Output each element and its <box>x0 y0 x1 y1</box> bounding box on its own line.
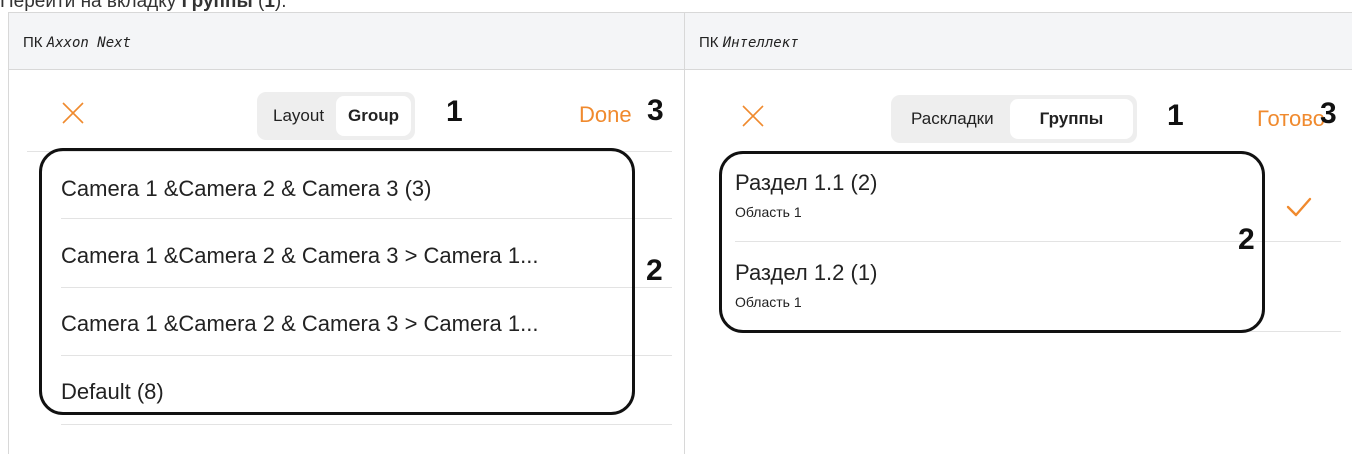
callout-3: 3 <box>647 94 664 127</box>
column-header: ПК Интеллект <box>685 13 1352 70</box>
callout-1: 1 <box>1167 99 1184 132</box>
callout-2: 2 <box>646 254 663 287</box>
close-icon[interactable] <box>741 104 765 128</box>
callout-2: 2 <box>1238 223 1255 256</box>
navbar: Layout Group 1 Done 3 <box>9 71 684 153</box>
checkmark-icon <box>1285 196 1313 218</box>
list-divider <box>61 424 672 425</box>
tab-switcher: Layout Group <box>257 92 416 140</box>
caption-text: Перейти на вкладку <box>0 0 182 12</box>
tab-groups[interactable]: Группы <box>1009 99 1134 139</box>
header-prefix: ПК <box>23 34 47 51</box>
header-product: Интеллект <box>722 35 799 51</box>
app-screenshot: Раскладки Группы 1 Готово 3 Раздел 1.1 (… <box>685 71 1352 454</box>
caption-bold: Группы <box>181 0 253 12</box>
done-button[interactable]: Done <box>579 102 632 128</box>
done-button[interactable]: Готово <box>1257 106 1325 132</box>
caption-suffix-open: ( <box>252 0 265 12</box>
tab-switcher: Раскладки Группы <box>891 95 1138 143</box>
column-axxon-next: ПК Axxon Next Layout Group 1 Done 3 Came… <box>9 13 685 454</box>
caption-suffix-num: 1 <box>264 0 275 12</box>
column-header: ПК Axxon Next <box>9 13 684 70</box>
comparison-table: ПК Axxon Next Layout Group 1 Done 3 Came… <box>8 12 1352 454</box>
caption-suffix-close: ). <box>274 0 287 12</box>
highlight-frame <box>719 151 1265 333</box>
tab-layout[interactable]: Layout <box>261 96 336 136</box>
callout-1: 1 <box>446 95 463 128</box>
callout-3: 3 <box>1320 97 1337 130</box>
close-icon[interactable] <box>61 101 85 125</box>
tab-group[interactable]: Group <box>336 96 412 136</box>
navbar: Раскладки Группы 1 Готово 3 <box>685 71 1352 153</box>
header-prefix: ПК <box>699 34 723 51</box>
column-intellect: ПК Интеллект Раскладки Группы 1 Готово 3… <box>685 13 1352 454</box>
header-product: Axxon Next <box>46 35 131 51</box>
app-screenshot: Layout Group 1 Done 3 Camera 1 &Camera 2… <box>9 71 684 454</box>
tab-layouts[interactable]: Раскладки <box>895 99 1010 139</box>
highlight-frame <box>39 148 635 415</box>
